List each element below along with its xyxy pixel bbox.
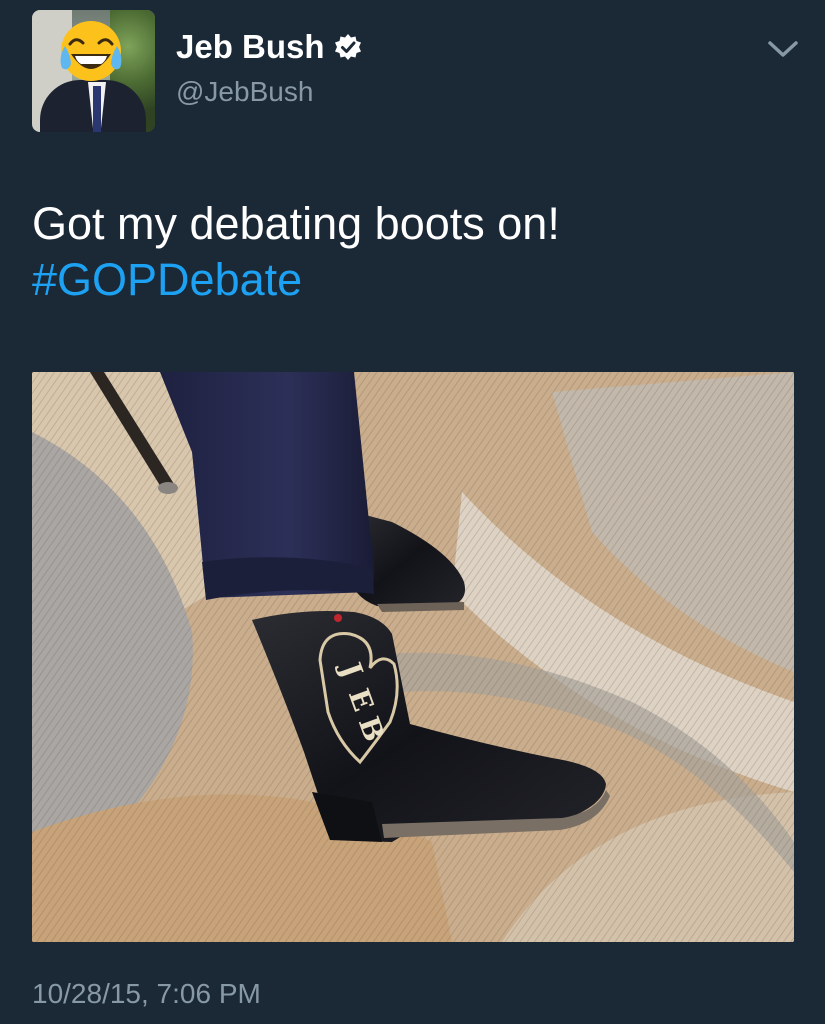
tweet-body: Got my debating boots on! <box>32 198 560 249</box>
tweet-photo[interactable]: J E B <box>32 372 794 942</box>
author-name-row: Jeb Bush <box>176 28 362 66</box>
author-name[interactable]: Jeb Bush <box>176 28 325 66</box>
hashtag-link[interactable]: #GOPDebate <box>32 252 560 308</box>
tweet-timestamp[interactable]: 10/28/15, 7:06 PM <box>32 978 261 1010</box>
chevron-down-icon[interactable] <box>766 38 800 60</box>
avatar-tie <box>93 86 101 132</box>
verified-badge-icon <box>334 34 361 60</box>
face-with-tears-of-joy-icon <box>60 21 122 81</box>
avatar[interactable] <box>32 10 155 132</box>
sock-detail <box>334 614 342 622</box>
chair-foot <box>158 482 178 494</box>
tweet-text: Got my debating boots on! #GOPDebate <box>32 196 560 308</box>
author-handle[interactable]: @JebBush <box>176 76 313 108</box>
